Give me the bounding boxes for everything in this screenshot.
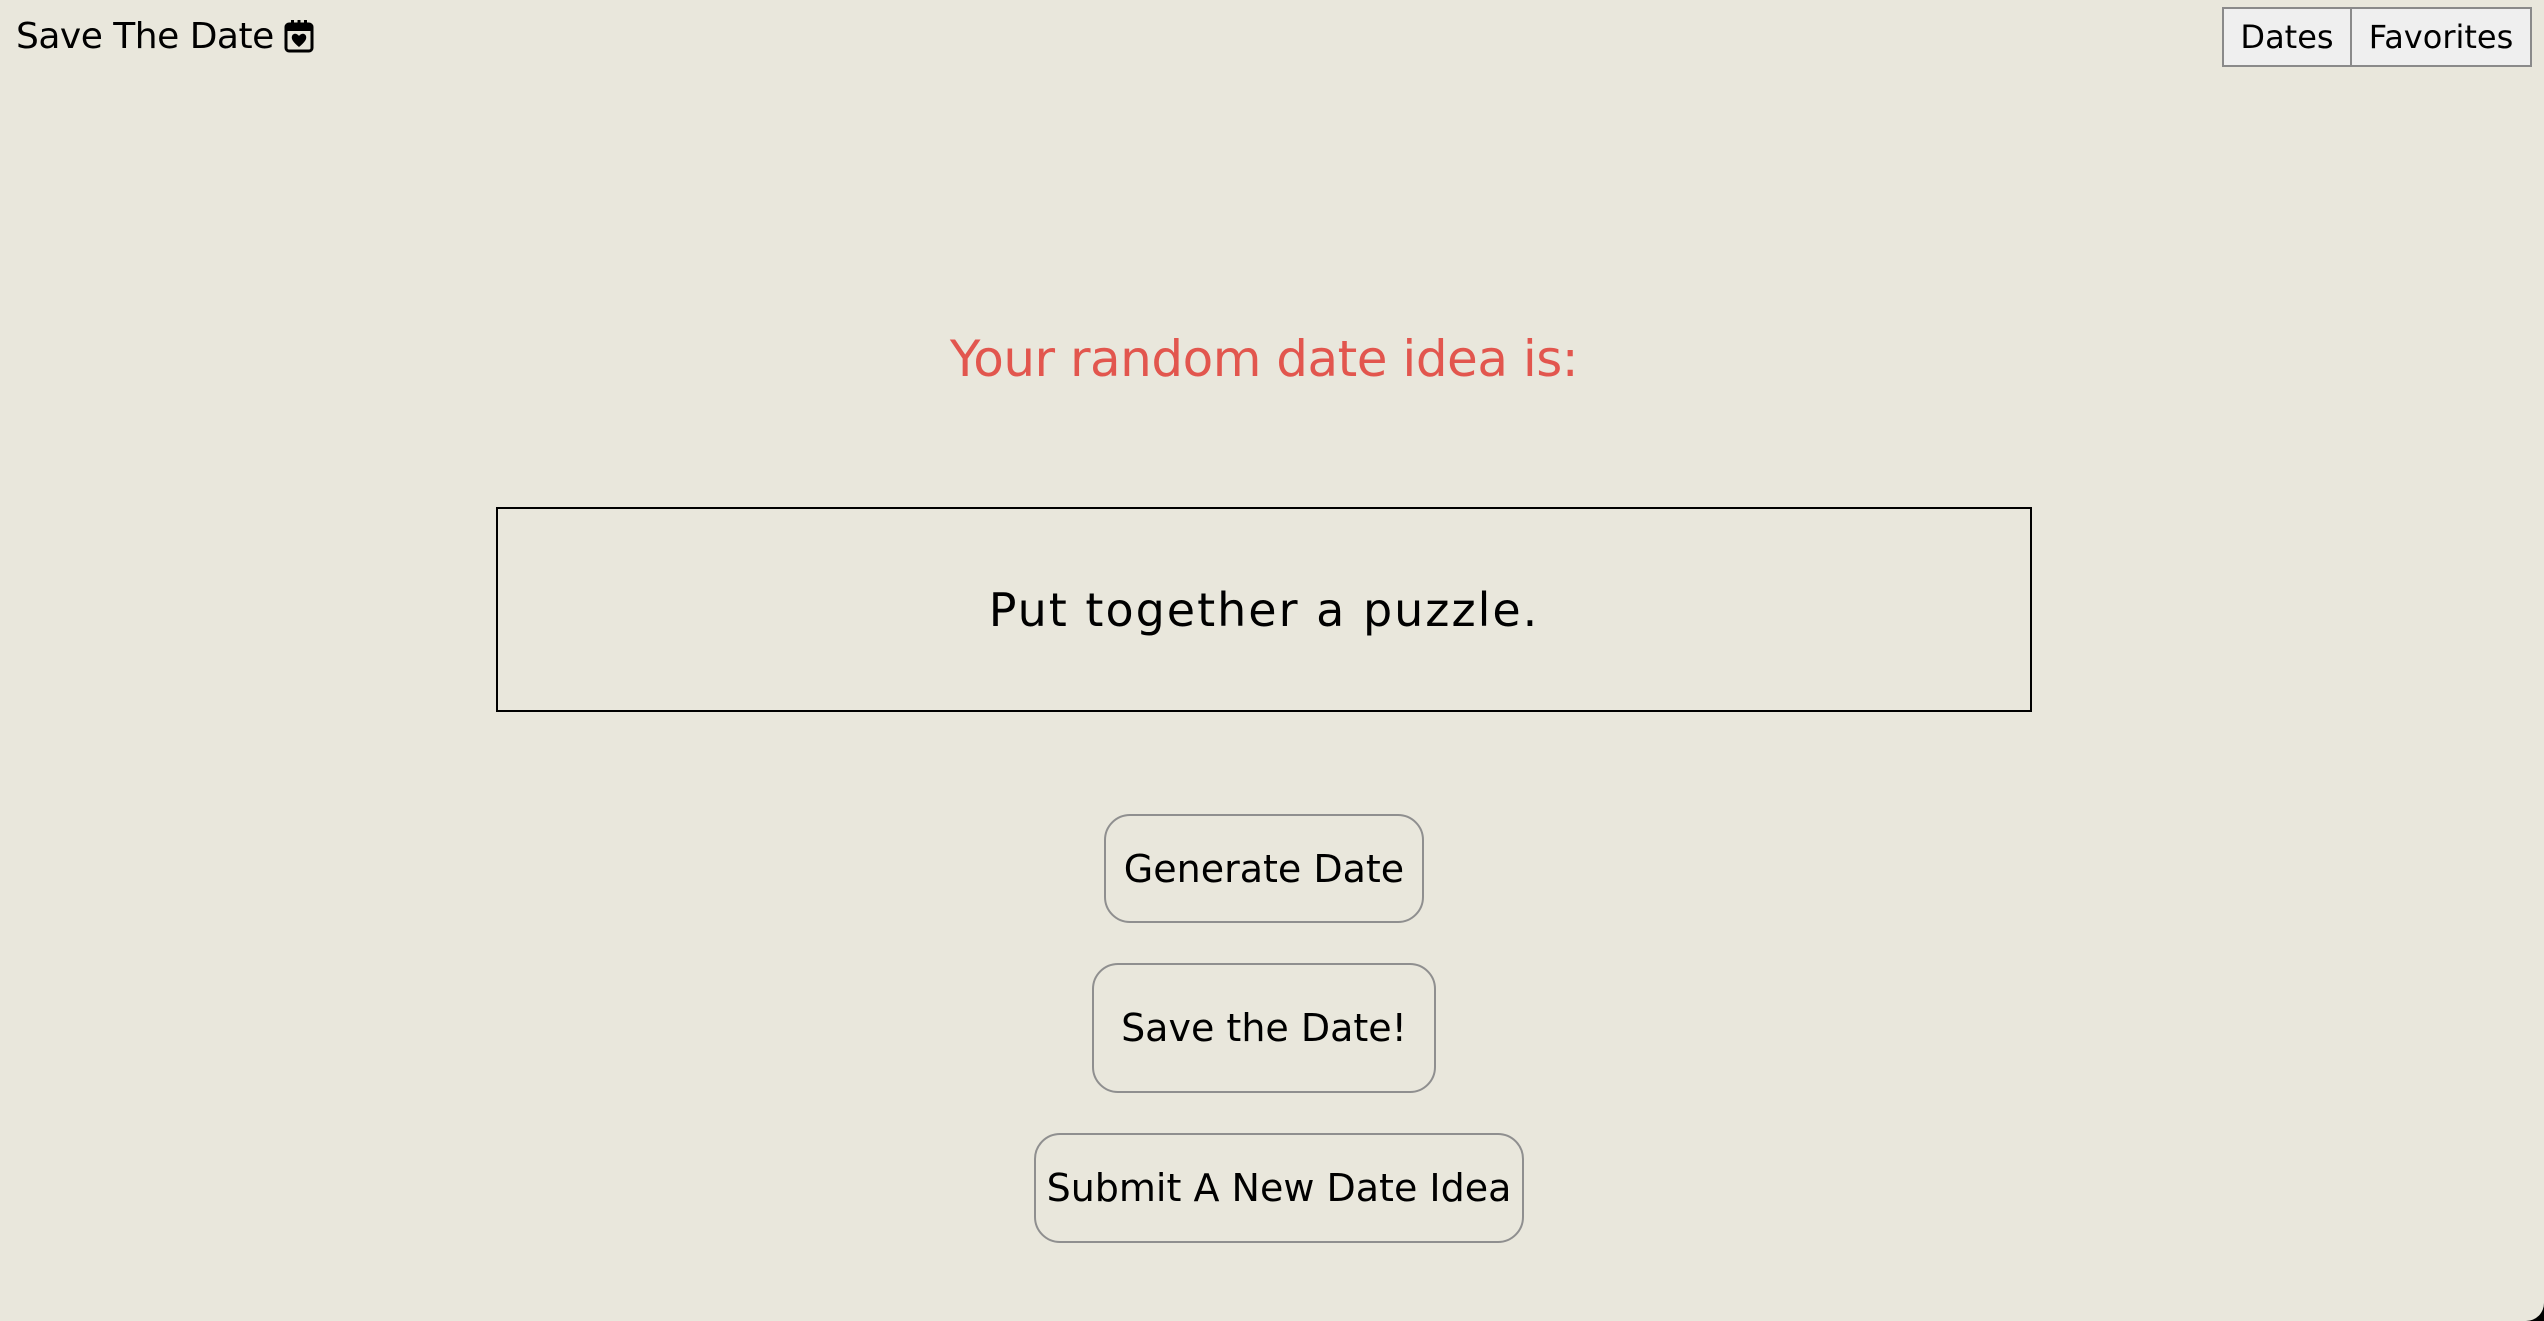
generate-date-button[interactable]: Generate Date	[1104, 814, 1424, 923]
date-idea-text: Put together a puzzle.	[988, 582, 1540, 637]
brand: Save The Date	[16, 14, 314, 58]
top-nav: Dates Favorites	[2222, 7, 2532, 67]
nav-favorites-button[interactable]: Favorites	[2352, 7, 2532, 67]
idea-headline: Your random date idea is:	[949, 330, 1579, 388]
brand-title: Save The Date	[16, 15, 274, 57]
nav-dates-button[interactable]: Dates	[2222, 7, 2352, 67]
save-date-button[interactable]: Save the Date!	[1092, 963, 1436, 1093]
calendar-heart-icon	[284, 19, 314, 53]
date-idea-box: Put together a puzzle.	[496, 507, 2032, 712]
submit-date-idea-button[interactable]: Submit A New Date Idea	[1034, 1133, 1524, 1243]
app-page: Save The Date Dates Favorites Your rando…	[0, 0, 2544, 1321]
